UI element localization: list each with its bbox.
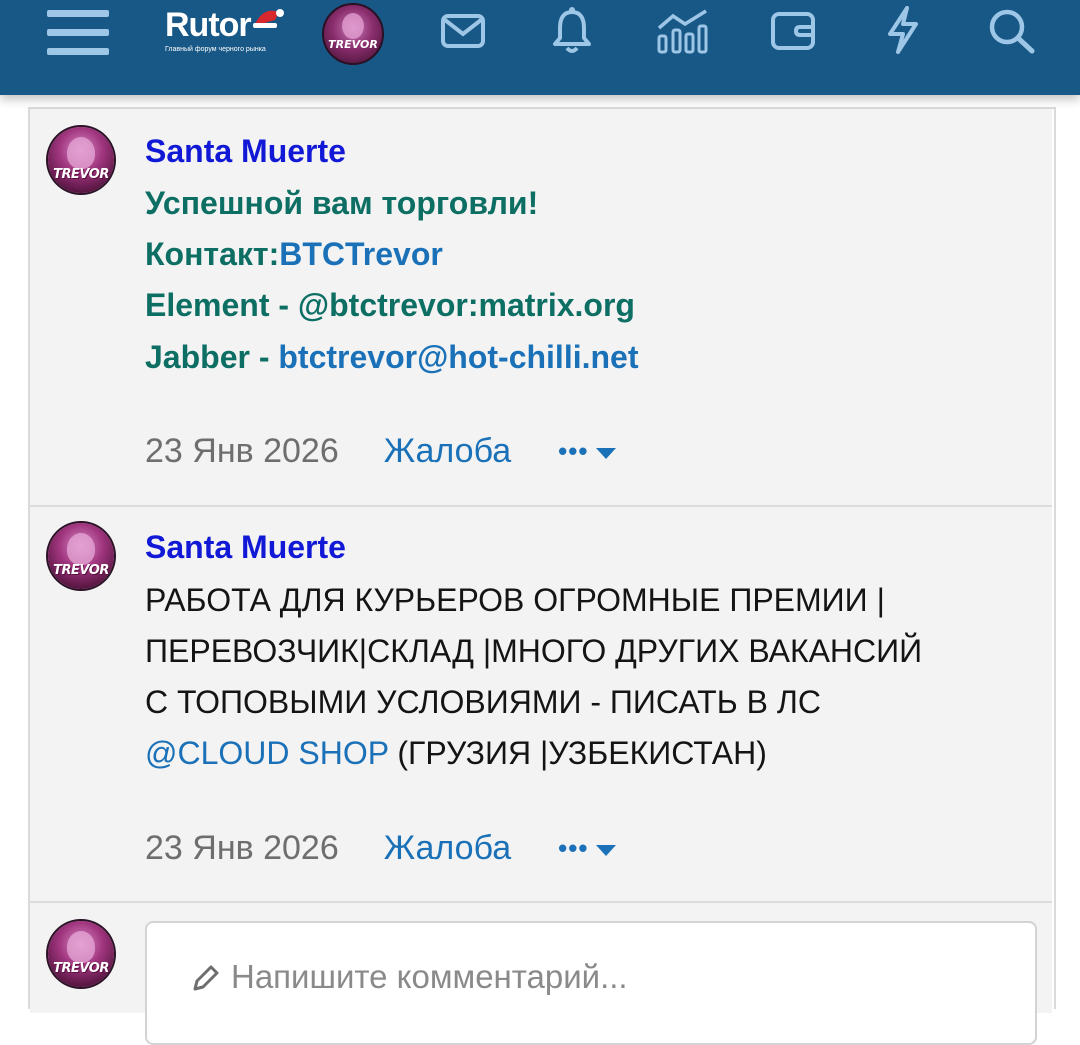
mention-link[interactable]: @CLOUD SHOP [145,735,389,771]
author-avatar[interactable]: TREVOR [48,127,114,193]
contact-link[interactable]: BTCTrevor [279,236,443,272]
post-text-suffix: (ГРУЗИЯ |УЗБЕКИСТАН) [388,735,767,771]
santa-hat-icon [253,9,284,28]
post-text-line: С ТОПОВЫМИ УСЛОВИЯМИ - ПИСАТЬ В ЛС [145,684,821,720]
user-avatar[interactable]: TREVOR [322,3,384,65]
pencil-icon [193,965,219,991]
post-text-line: Контакт:BTCTrevor [145,236,443,273]
bell-icon[interactable] [548,4,596,56]
more-dots-icon: ••• [558,833,589,863]
post-text-line: ПЕРЕВОЗЧИК|СКЛАД |МНОГО ДРУГИХ ВАКАНСИЙ [145,633,923,669]
report-link[interactable]: Жалоба [384,829,511,868]
comment-post: TREVOR Santa Muerte РАБОТА ДЛЯ КУРЬЕРОВ … [30,507,1052,903]
post-text-line: РАБОТА ДЛЯ КУРЬЕРОВ ОГРОМНЫЕ ПРЕМИИ | [145,582,885,618]
jabber-link[interactable]: btctrevor@hot-chilli.net [278,339,638,375]
comment-thread: TREVOR Santa Muerte Успешной вам торговл… [28,107,1056,1045]
author-avatar[interactable]: TREVOR [48,523,114,589]
site-logo[interactable]: Rutor Главный форум черного рынка [163,6,288,58]
search-icon[interactable] [986,6,1038,56]
top-navigation-bar: Rutor Главный форум черного рынка TREVOR [0,0,1080,95]
avatar-text: TREVOR [328,38,378,51]
author-name[interactable]: Santa Muerte [145,529,346,566]
author-name[interactable]: Santa Muerte [145,133,346,170]
jabber-label: Jabber - [145,339,279,375]
post-date[interactable]: 23 Янв 2026 [145,432,339,471]
chevron-down-icon [596,845,617,856]
logo-subtitle: Главный форум черного рынка [165,46,266,53]
avatar-text: TREVOR [53,563,109,578]
post-text-line: Element - @btctrevor:matrix.org [145,287,635,323]
current-user-avatar[interactable]: TREVOR [48,921,114,987]
mail-icon[interactable] [438,8,488,54]
more-actions-button[interactable]: ••• [558,436,617,467]
post-text-line: Jabber - btctrevor@hot-chilli.net [145,339,638,376]
post-meta: 23 Янв 2026 Жалоба ••• [145,829,617,868]
comment-post: TREVOR Santa Muerte Успешной вам торговл… [30,109,1052,507]
post-meta: 23 Янв 2026 Жалоба ••• [145,432,617,471]
stats-icon[interactable] [655,6,711,56]
avatar-text: TREVOR [53,167,109,182]
wallet-icon[interactable] [768,8,818,54]
more-dots-icon: ••• [558,436,589,466]
post-text-line: Успешной вам торговли! [145,185,539,221]
report-link[interactable]: Жалоба [384,432,511,471]
lightning-icon[interactable] [880,4,926,56]
comment-input[interactable]: Напишите комментарий... [145,921,1037,1045]
chevron-down-icon [596,448,617,459]
logo-text: Rutor [165,6,252,44]
post-date[interactable]: 23 Янв 2026 [145,829,339,868]
comment-placeholder: Напишите комментарий... [231,958,628,995]
post-text-line: @CLOUD SHOP (ГРУЗИЯ |УЗБЕКИСТАН) [145,735,767,772]
menu-icon[interactable] [45,6,111,60]
contact-label: Контакт: [145,236,280,272]
more-actions-button[interactable]: ••• [558,833,617,864]
